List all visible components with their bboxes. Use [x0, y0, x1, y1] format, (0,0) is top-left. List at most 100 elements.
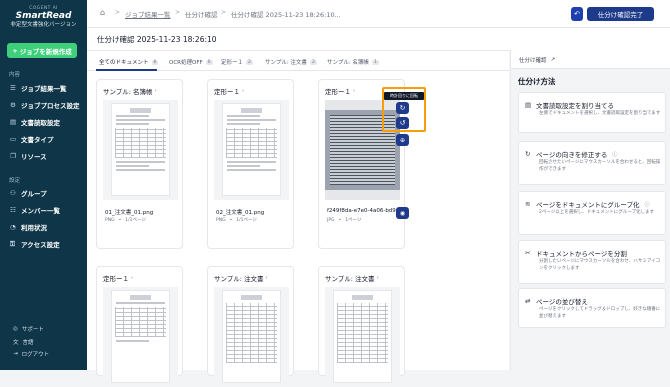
document-card[interactable]: サンプル: 注文書 ›: [207, 266, 294, 387]
sidebar-item-group[interactable]: ⚇ グループ: [10, 187, 47, 199]
sidebar-item-logout[interactable]: ⇥ ログアウト: [13, 350, 49, 358]
tab-sample-order[interactable]: サンプル: 注文書 2: [265, 57, 317, 67]
file-type: JPG: [327, 217, 335, 223]
document-card[interactable]: 定形ー１ › 02_注文書_01.png PNG • 1/1ページ: [207, 79, 294, 249]
document-card[interactable]: サンプル: 注文書 ›: [318, 266, 405, 387]
sidebar-item-job-process[interactable]: ⚙ ジョブプロセス設定: [10, 99, 80, 111]
sidebar-item-usage[interactable]: ◔ 利用状況: [10, 221, 47, 233]
resource-icon: ❐: [10, 152, 16, 160]
page-thumbnail[interactable]: [103, 100, 178, 200]
new-job-label: ジョブを新規作成: [19, 47, 72, 56]
rotate-icon: ↻: [525, 150, 531, 158]
eye-icon: ◉: [399, 209, 406, 217]
tab-all-documents[interactable]: 全てのドキュメント 6: [99, 57, 159, 67]
split-icon: ✂: [525, 249, 531, 257]
sidebar-item-doc-settings[interactable]: ▤ 文書読取設定: [10, 116, 60, 128]
file-meta: PNG • 1/1ページ: [105, 217, 146, 224]
page-thumbnail[interactable]: [214, 100, 289, 200]
help-panel-header: 仕分け確認 ↗: [511, 50, 670, 69]
info-icon[interactable]: ⓘ: [612, 151, 617, 158]
help-card-title: ページの向きを修正する: [536, 151, 608, 159]
file-meta: JPG • 1ページ: [327, 217, 362, 224]
document-card[interactable]: 定形ー１ ›: [96, 266, 183, 387]
paper-sheet: [222, 103, 281, 196]
brand-product: SmartRead: [15, 11, 72, 22]
sidebar-item-label: ログアウト: [21, 352, 50, 358]
members-icon: ☷: [10, 206, 16, 214]
zoom-button[interactable]: ⊕: [396, 134, 409, 146]
sidebar-item-doc-type[interactable]: ▭ 文書タイプ: [10, 133, 54, 145]
help-card-split: ✂ ドキュメントからページを分割 分割したいページにマウスカーソルを合わせ、ハサミ…: [518, 240, 666, 284]
card-title-text: サンプル: 名簿帳: [103, 88, 153, 96]
tab-label: サンプル: 注文書: [265, 60, 307, 66]
breadcrumb-separator: >: [221, 9, 227, 16]
tab-label: 全てのドキュメント: [99, 60, 149, 66]
breadcrumb-current: 仕分け確認 2025-11-23 18:26:10...: [231, 11, 341, 19]
help-card-desc: ページをクリックしてドラッグ＆ドロップし、好きな順番に並び替えます: [539, 307, 661, 319]
file-name: f249f8da-e7e0-4a06-bd94-c6...: [327, 208, 402, 214]
language-icon: 文: [13, 340, 19, 346]
sidebar-item-access[interactable]: ⚿ アクセス設定: [10, 238, 60, 250]
sidebar-item-job-results[interactable]: ☰ ジョブ結果一覧: [10, 82, 67, 94]
sidebar-item-label: 文書タイプ: [21, 136, 54, 144]
new-job-button[interactable]: + ジョブを新規作成: [7, 43, 77, 58]
card-title: サンプル: 注文書 ›: [214, 273, 268, 283]
sidebar-item-members[interactable]: ☷ メンバー一覧: [10, 204, 60, 216]
help-card-sort: ⇄ ページの並び替え ページをクリックしてドラッグ＆ドロップし、好きな順番に並び替…: [518, 288, 666, 328]
sidebar-item-label: 利用状況: [21, 224, 47, 232]
page-thumbnail[interactable]: [214, 287, 289, 387]
card-title: 定形ー１ ›: [103, 273, 133, 283]
card-title-text: サンプル: 注文書: [214, 275, 264, 283]
help-panel-tab[interactable]: 仕分け確認 ↗: [519, 56, 555, 64]
tab-count: 1: [371, 59, 379, 65]
paper-sheet: [111, 103, 170, 196]
help-card-title: ドキュメントからページを分割: [536, 250, 627, 258]
chevron-icon: ›: [154, 88, 157, 94]
usage-icon: ◔: [10, 223, 16, 231]
logout-icon: ⇥: [13, 351, 18, 357]
card-title-text: 定形ー１: [103, 275, 129, 283]
list-icon: ☰: [10, 84, 16, 92]
info-icon[interactable]: ⓘ: [644, 201, 649, 208]
card-title-text: 定形ー１: [214, 88, 240, 96]
tab-label: OCR処理OFF: [169, 60, 203, 66]
tab-label: サンプル: 名簿帳: [327, 60, 369, 66]
breadcrumb-separator: >: [175, 9, 181, 16]
help-card-title: ページの並び替え: [536, 298, 588, 306]
card-title-text: サンプル: 注文書: [325, 275, 375, 283]
chevron-icon: ›: [265, 275, 268, 281]
undo-icon: ↶: [574, 10, 580, 18]
sidebar-item-resource[interactable]: ❐ リソース: [10, 150, 47, 162]
tab-sample-roster[interactable]: サンプル: 名簿帳 1: [327, 57, 379, 67]
page-thumbnail[interactable]: [325, 287, 400, 387]
confirm-sorting-button[interactable]: 仕分け確認完了: [587, 7, 654, 21]
page-count: 1/1ページ: [125, 218, 146, 223]
preview-button[interactable]: ◉: [396, 207, 409, 219]
sidebar-item-support[interactable]: ◎ サポート: [13, 325, 44, 333]
file-type: PNG: [105, 217, 115, 223]
file-name: 01_注文書_01.png: [105, 210, 154, 216]
help-panel-tab-label: 仕分け確認: [519, 58, 547, 64]
undo-button[interactable]: ↶: [571, 7, 583, 21]
home-icon[interactable]: ⌂: [100, 8, 105, 17]
card-title: サンプル: 注文書 ›: [325, 273, 379, 283]
card-title-text: 定形ー１: [325, 88, 351, 96]
page-title: 仕分け確認 2025-11-23 18:26:10: [97, 35, 217, 44]
tab-ocr-off[interactable]: OCR処理OFF 0: [169, 57, 213, 67]
active-tab-indicator: [96, 69, 157, 71]
sidebar-item-label: 言語: [22, 340, 34, 346]
document-icon: ▤: [10, 118, 17, 126]
document-card[interactable]: サンプル: 名簿帳 › 01_注文書_01.png PNG • 1/1ページ: [96, 79, 183, 249]
layers-icon: ≋: [525, 200, 531, 208]
help-card-group: ≋ ページをドキュメントにグループ化 ⓘ 2ページ以上を選択し、ドキュメントにグルー…: [518, 191, 666, 235]
tab-teikei-1[interactable]: 定形ー１ 2: [221, 57, 253, 67]
file-type: PNG: [216, 217, 226, 223]
help-card-title: 文書読取設定を割り当てる: [536, 102, 614, 110]
tab-count: 0: [205, 59, 213, 65]
breadcrumb-job-results[interactable]: ジョブ結果一覧: [125, 9, 171, 19]
help-card-title: ページをドキュメントにグループ化: [536, 201, 640, 209]
sidebar-item-label: リソース: [21, 153, 47, 161]
page-thumbnail[interactable]: [103, 287, 178, 387]
help-card-desc: 回転させたいページにマウスカーソルを合わせると、回転操作ができます: [539, 160, 661, 172]
sidebar-item-language[interactable]: 文言語: [13, 338, 34, 346]
